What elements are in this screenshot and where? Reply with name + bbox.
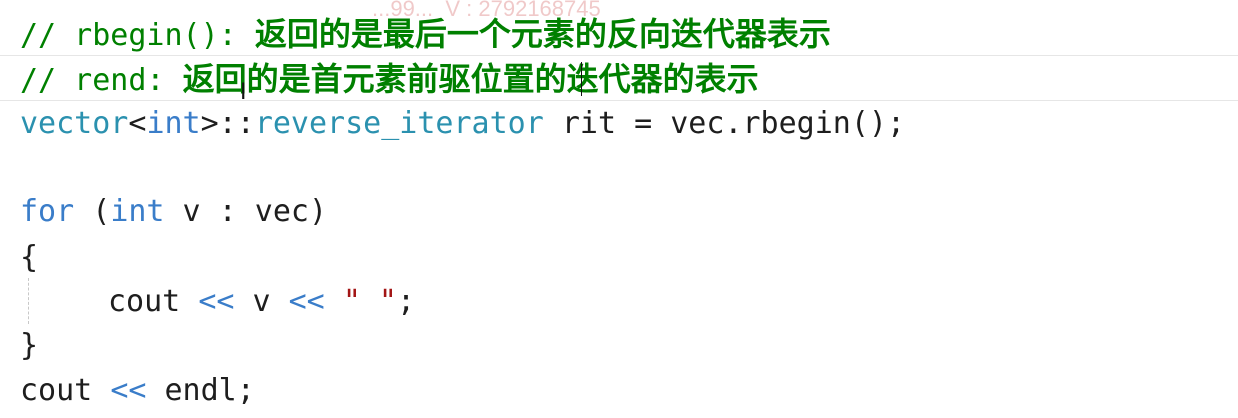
operator-shift: << <box>198 284 235 319</box>
identifier-cout: cout <box>20 373 111 408</box>
string-literal: " " <box>342 284 397 319</box>
type-reverse-iterator: reverse_iterator <box>254 106 544 141</box>
code-line-5[interactable]: for (int v : vec) <box>20 190 327 234</box>
code-line-6[interactable]: { <box>20 236 38 280</box>
code-line-1[interactable]: // rbegin(): 返回的是最后一个元素的反向迭代器表示 <box>20 12 831 56</box>
type-vector: vector <box>20 106 129 141</box>
operator-shift: << <box>110 373 147 408</box>
comment-text: 返回的是最后一个元素的反向迭代器表示 <box>254 15 831 53</box>
loop-rest: v : vec) <box>164 194 328 229</box>
code-line-7[interactable]: cout << v << " "; <box>108 280 415 324</box>
keyword-for: for <box>20 194 75 229</box>
identifier-cout: cout <box>108 284 199 319</box>
code-editor[interactable]: // rbegin(): 返回的是最后一个元素的反向迭代器表示 // rend:… <box>0 0 1238 418</box>
code-line-9[interactable]: cout << endl; <box>20 369 255 413</box>
code-line-8[interactable]: } <box>20 324 38 368</box>
angle-open: < <box>128 106 147 141</box>
brace-open: { <box>20 240 39 275</box>
text-caret <box>581 62 582 96</box>
code-line-3[interactable]: vector<int>::reverse_iterator rit = vec.… <box>20 102 905 146</box>
identifier-v: v <box>234 284 289 319</box>
operator-shift: << <box>288 284 325 319</box>
comment-prefix: // rbegin(): <box>20 18 255 53</box>
semicolon: ; <box>397 284 416 319</box>
ibeam-cursor-icon: I <box>240 80 247 105</box>
comment-prefix: // rend: <box>20 63 183 98</box>
comment-text: 返回的是首元素前驱位置的迭代器的表示 <box>182 60 759 98</box>
keyword-int: int <box>110 194 165 229</box>
keyword-int: int <box>146 106 201 141</box>
angle-close-scope: >:: <box>200 106 255 141</box>
brace-close: } <box>20 328 39 363</box>
paren-open: ( <box>74 194 111 229</box>
code-line-2[interactable]: // rend: 返回的是首元素前驱位置的迭代器的表示 <box>20 57 759 101</box>
statement-rest: rit = vec.rbegin(); <box>543 106 906 141</box>
statement-rest: endl; <box>146 373 255 408</box>
indent-guide <box>28 278 29 324</box>
